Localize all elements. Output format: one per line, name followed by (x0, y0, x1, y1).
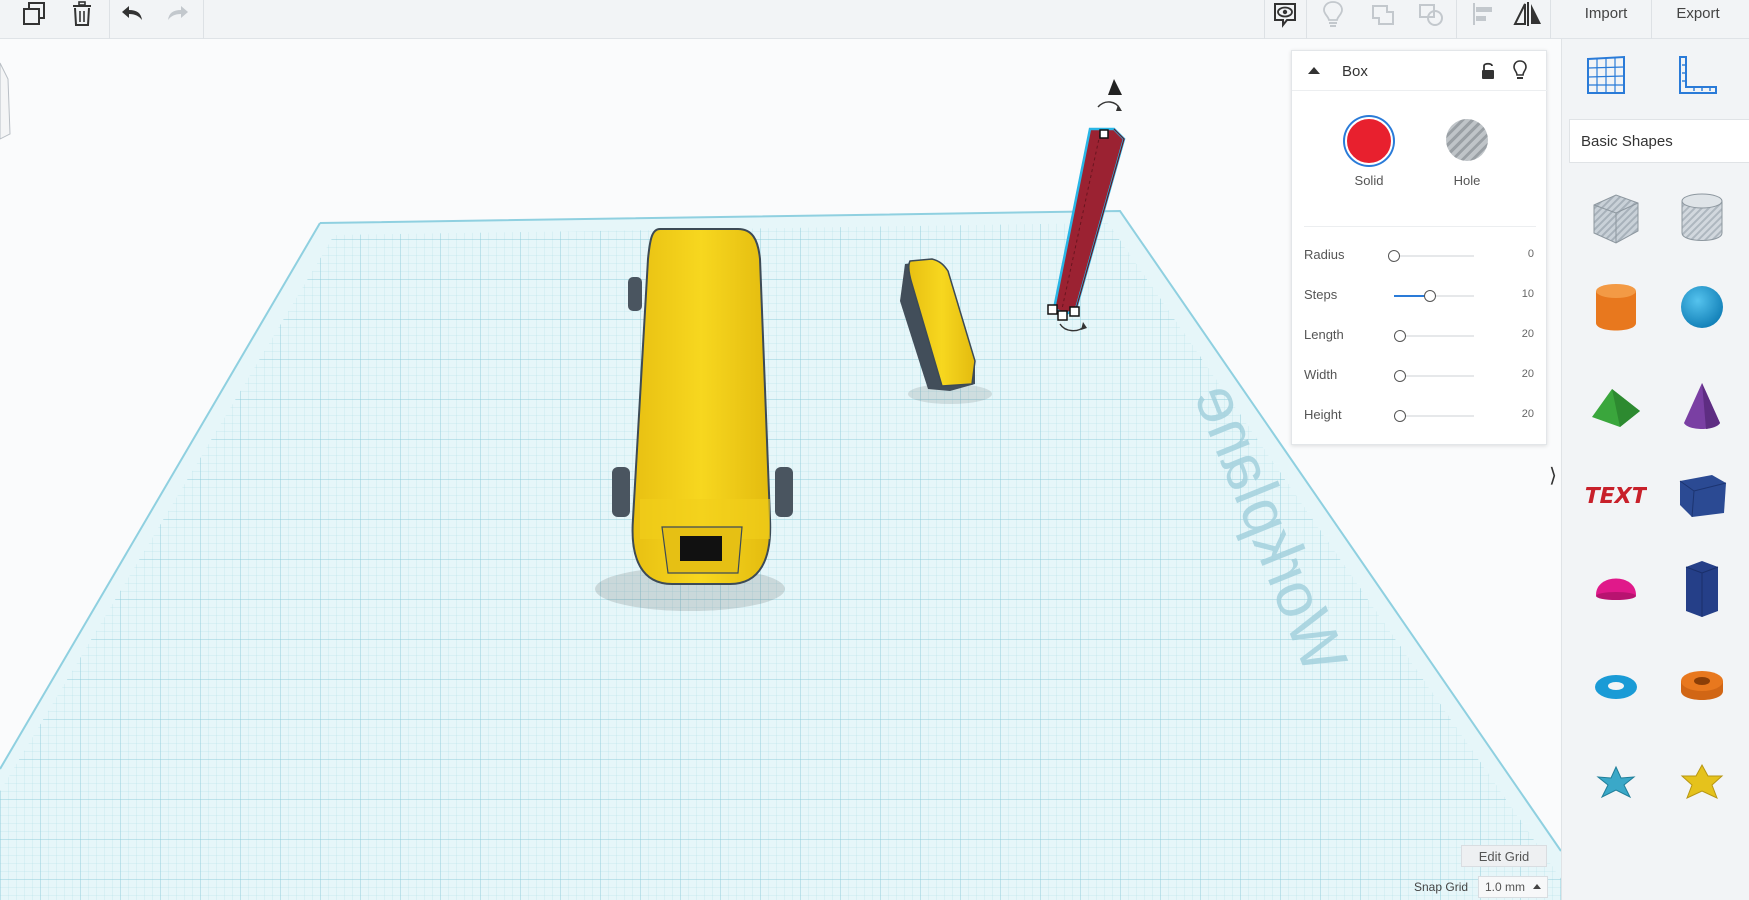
toolbar-divider (1306, 0, 1307, 39)
shape-half-sphere[interactable] (1584, 557, 1648, 621)
inspector-title: Box (1342, 63, 1368, 80)
shape-cylinder[interactable] (1584, 275, 1648, 339)
svg-text:TEXT: TEXT (1585, 483, 1647, 509)
shape-roof[interactable] (1584, 375, 1648, 439)
redo-icon[interactable] (164, 0, 192, 28)
ungroup-icon[interactable] (1416, 0, 1446, 28)
snap-grid-label: Snap Grid (1414, 880, 1469, 894)
shape-category-select[interactable]: Basic Shapes (1569, 119, 1749, 163)
prop-length-knob[interactable] (1394, 330, 1407, 342)
shape-inspector-panel: Box Solid Hole Radius 0 Steps 10 Length … (1291, 50, 1548, 445)
shapes-sidebar: Basic Shapes TEXT (1561, 39, 1749, 900)
lightbulb-icon[interactable] (1512, 60, 1528, 82)
prop-height-slider[interactable] (1394, 410, 1474, 422)
toolbar-divider (1651, 0, 1652, 39)
prop-radius-value[interactable]: 0 (1528, 248, 1534, 260)
prop-height-label: Height (1304, 407, 1342, 422)
lightbulb-icon[interactable] (1318, 0, 1348, 28)
caret-up-icon (1533, 884, 1541, 889)
shape-star-gold[interactable] (1670, 749, 1734, 813)
shape-tube[interactable] (1670, 653, 1734, 717)
shape-star[interactable] (1584, 749, 1648, 813)
prop-row-width: Width 20 (1304, 367, 1536, 387)
prop-height-value[interactable]: 20 (1522, 408, 1534, 420)
prop-length-slider[interactable] (1394, 330, 1474, 342)
shape-torus[interactable] (1584, 653, 1648, 717)
prop-height-knob[interactable] (1394, 410, 1407, 422)
prop-width-knob[interactable] (1394, 370, 1407, 382)
prop-steps-value[interactable]: 10 (1522, 288, 1534, 300)
group-icon[interactable] (1368, 0, 1398, 28)
prop-radius-label: Radius (1304, 247, 1345, 262)
trash-icon[interactable] (68, 0, 96, 28)
panel-collapse-chevron-icon[interactable]: ⟩ (1546, 455, 1560, 495)
prop-length-value[interactable]: 20 (1522, 328, 1534, 340)
prop-width-slider[interactable] (1394, 370, 1474, 382)
ruler-icon[interactable] (1676, 53, 1720, 97)
prop-row-height: Height 20 (1304, 407, 1536, 427)
undo-icon[interactable] (118, 0, 146, 28)
shape-cone[interactable] (1670, 375, 1734, 439)
shape-wedge[interactable] (1670, 463, 1734, 527)
prop-width-value[interactable]: 20 (1522, 368, 1534, 380)
prop-length-label: Length (1304, 327, 1344, 342)
tinkercad-editor: Import Export Workplane Box Solid Hole R… (0, 0, 1749, 900)
align-icon[interactable] (1468, 0, 1498, 28)
prop-steps-knob[interactable] (1424, 290, 1436, 302)
eye-speech-icon[interactable] (1270, 0, 1300, 28)
prop-row-radius: Radius 0 (1304, 247, 1536, 267)
import-button[interactable]: Import (1566, 0, 1646, 26)
export-button[interactable]: Export (1654, 0, 1742, 26)
lift-arrow-handle[interactable] (1108, 79, 1122, 95)
shape-sphere[interactable] (1670, 275, 1734, 339)
top-toolbar: Import Export (0, 0, 1749, 39)
toolbar-divider (109, 0, 110, 39)
shape-polygon[interactable] (1670, 557, 1734, 621)
toolbar-divider (1456, 0, 1457, 39)
view-cube[interactable] (0, 62, 11, 140)
prop-row-length: Length 20 (1304, 327, 1536, 347)
rotate-handle-top[interactable] (1097, 101, 1122, 111)
snap-grid-select[interactable]: 1.0 mm (1478, 876, 1548, 898)
snap-grid-value: 1.0 mm (1485, 880, 1526, 894)
collapse-arrow-icon[interactable] (1306, 64, 1322, 76)
prop-row-steps: Steps 10 (1304, 287, 1536, 307)
prop-radius-knob[interactable] (1388, 250, 1400, 262)
workplane-grid-icon[interactable] (1584, 53, 1628, 97)
solid-swatch[interactable] (1345, 117, 1393, 165)
prop-steps-slider[interactable] (1394, 290, 1474, 302)
copy-icon[interactable] (20, 0, 48, 28)
solid-label: Solid (1354, 173, 1384, 188)
prop-width-label: Width (1304, 367, 1338, 382)
hole-label: Hole (1453, 173, 1481, 188)
inspector-header: Box (1292, 51, 1548, 91)
sidebar-view-buttons (1562, 39, 1749, 114)
shape-cylinder-striped[interactable] (1670, 185, 1734, 249)
toolbar-divider (1550, 0, 1551, 39)
unlock-icon[interactable] (1480, 61, 1496, 81)
prop-steps-label: Steps (1304, 287, 1338, 302)
mirror-icon[interactable] (1512, 0, 1544, 28)
hole-swatch[interactable] (1446, 119, 1488, 161)
edit-grid-button[interactable]: Edit Grid (1461, 845, 1547, 867)
prop-radius-slider[interactable] (1388, 250, 1474, 262)
toolbar-divider (1264, 0, 1265, 39)
toolbar-divider (203, 0, 204, 39)
shape-text[interactable]: TEXT (1584, 463, 1648, 527)
inspector-divider (1304, 226, 1536, 227)
shape-box-striped[interactable] (1584, 185, 1648, 249)
